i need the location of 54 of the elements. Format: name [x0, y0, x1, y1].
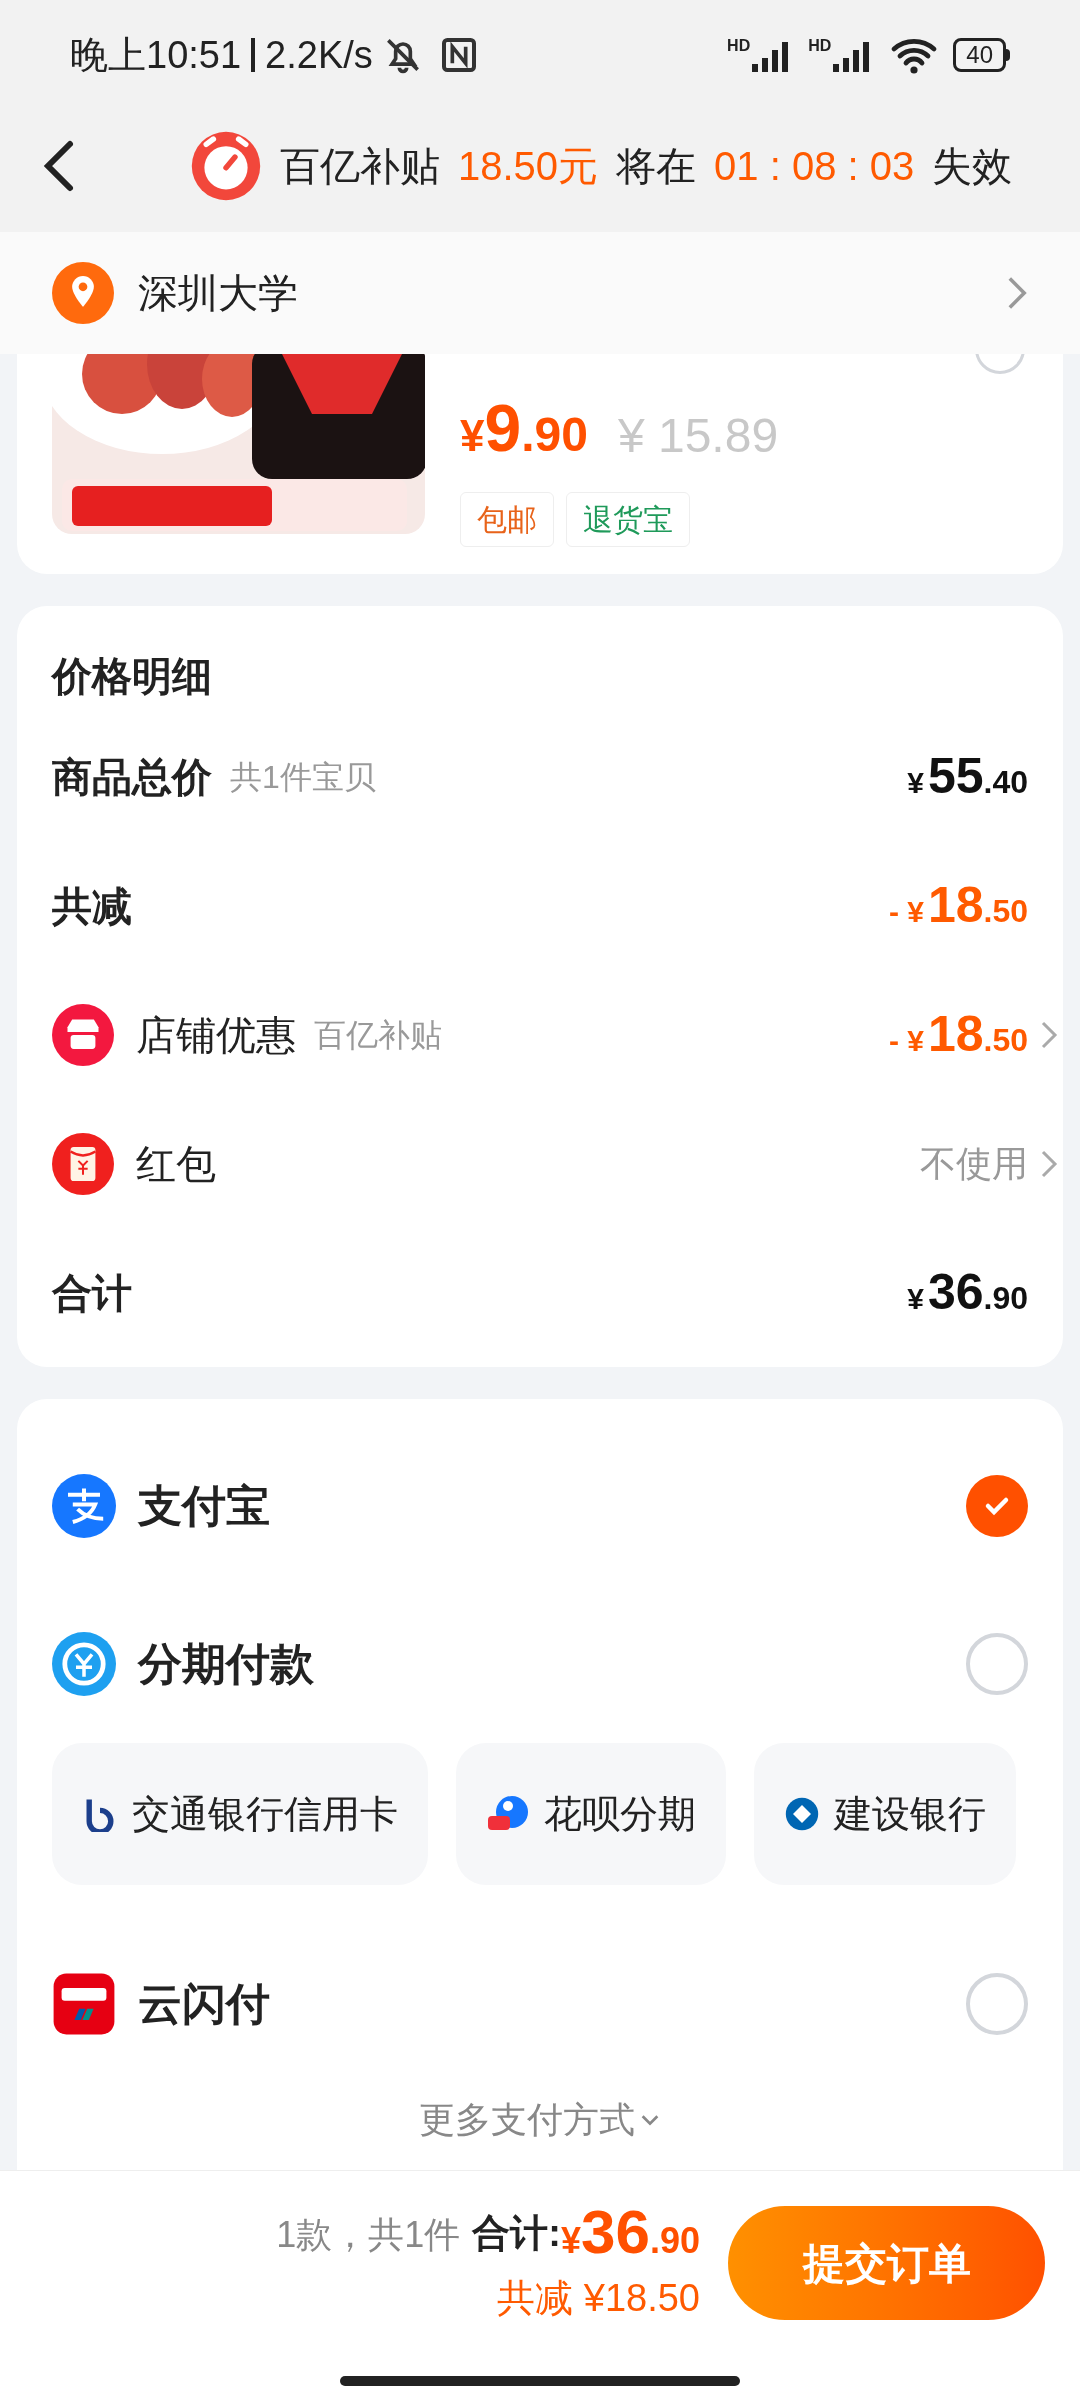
shop-icon — [52, 1003, 114, 1066]
radio-button[interactable] — [966, 1973, 1028, 2035]
payment-option[interactable]: 云闪付 — [52, 1925, 1028, 2083]
banner-text: 百亿补贴 — [280, 143, 440, 190]
row-label: 合计 — [52, 1269, 132, 1317]
home-indicator[interactable] — [340, 2376, 740, 2386]
banner-text: 18.50元 — [458, 143, 599, 190]
more-payment-link[interactable]: 更多支付方式 — [52, 2093, 1028, 2147]
installment-label: 交通银行信用卡 — [132, 1791, 398, 1837]
installment-option[interactable]: 交通银行信用卡 — [52, 1743, 428, 1885]
installment-label: 花呗分期 — [544, 1791, 696, 1837]
banner-text: 将在 — [616, 143, 697, 190]
network-speed: 2.2K/s — [265, 32, 373, 78]
savings-text: 共减 ¥18.50 — [497, 2276, 700, 2321]
row-amount: - ¥18.50 — [888, 1005, 1028, 1064]
envelope-icon — [52, 1132, 114, 1195]
alipay-icon — [52, 1474, 116, 1538]
battery-indicator: 40 — [953, 38, 1006, 72]
product-price: ¥9.90 — [460, 390, 588, 467]
row-amount: ¥36.90 — [907, 1263, 1028, 1322]
status-time: 晚上10:51 — [70, 32, 242, 78]
row-label: 商品总价 — [52, 753, 212, 801]
row-label: 共减 — [52, 882, 132, 930]
row-amount: - ¥18.50 — [888, 876, 1028, 935]
payment-option[interactable]: 分期付款 — [52, 1585, 1028, 1743]
stopwatch-icon — [190, 130, 262, 202]
product-tag: 退货宝 — [566, 492, 690, 547]
total-price: ¥36.90 — [560, 2201, 700, 2268]
signal-label: HD — [727, 38, 751, 54]
payment-option[interactable]: 支付宝 — [52, 1427, 1028, 1585]
row-label: 店铺优惠 — [136, 1011, 296, 1059]
total-label: 合计: — [472, 2211, 561, 2256]
chevron-right-icon — [1006, 275, 1028, 311]
address-text: 深圳大学 — [138, 270, 299, 317]
bank-icon — [784, 1796, 820, 1832]
location-pin-icon — [52, 262, 114, 324]
banner-text: 01 : 08 : 03 — [714, 143, 915, 190]
row-note: 百亿补贴 — [314, 1015, 442, 1055]
section-title: 价格明细 — [52, 653, 213, 700]
row-note: 共1件宝贝 — [230, 757, 376, 797]
installment-option[interactable]: 花呗分期 — [456, 1743, 726, 1885]
radio-button[interactable] — [966, 1633, 1028, 1695]
banner-text: 失效 — [932, 143, 1013, 190]
row-label: 红包 — [136, 1140, 216, 1188]
item-count: 1款，共1件 — [276, 2213, 461, 2257]
yuan-cycle-icon — [52, 1632, 116, 1696]
unionpay-icon — [52, 1972, 116, 2036]
address-bar[interactable]: 深圳大学 — [0, 232, 1080, 354]
product-tag: 包邮 — [460, 492, 554, 547]
installment-label: 建设银行 — [834, 1791, 986, 1837]
row-amount: ¥55.40 — [907, 747, 1028, 806]
installment-option[interactable]: 建设银行 — [754, 1743, 1016, 1885]
signal-label: HD — [808, 38, 832, 54]
row-value: 不使用 — [920, 1141, 1028, 1186]
